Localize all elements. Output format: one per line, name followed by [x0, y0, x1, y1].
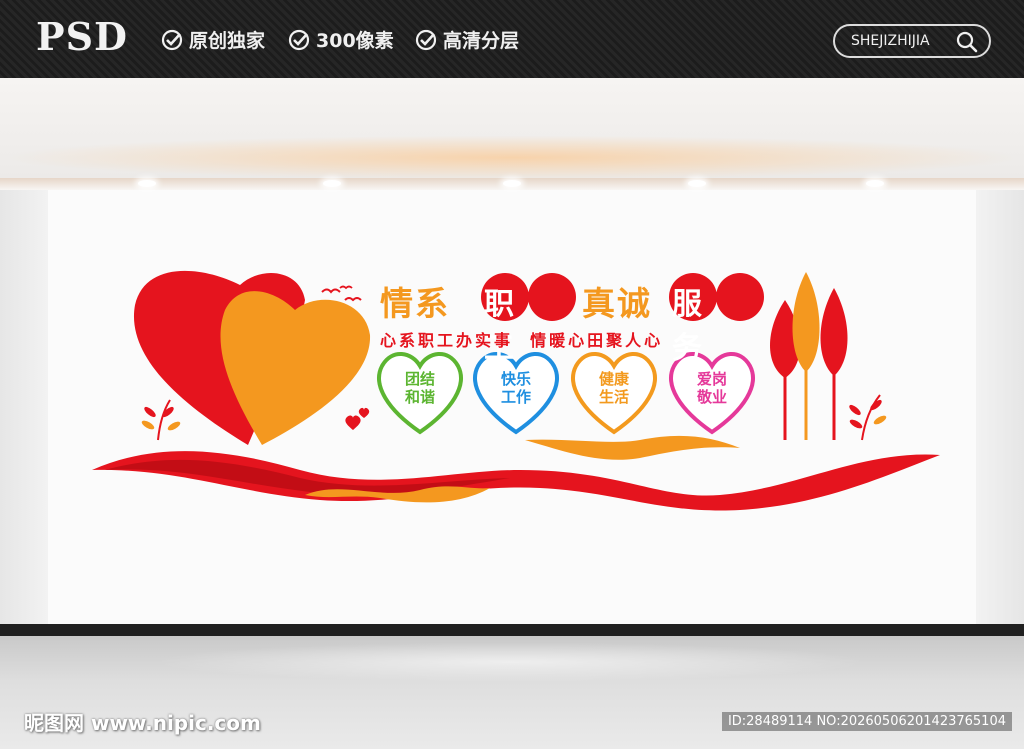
- title-part-1: 情系: [380, 284, 450, 323]
- title-circled-1: 职工: [484, 287, 531, 366]
- right-leaf-sprig: [849, 394, 887, 441]
- subtitle: 心系职工办实事 情暖心田聚人心: [380, 331, 664, 350]
- heart-label-3: 健康 生活: [598, 370, 629, 406]
- heart-label-2: 快乐 工作: [500, 370, 531, 406]
- watermark-site: 昵图网 www.nipic.com: [24, 711, 261, 735]
- title-circled-2: 服务: [672, 287, 719, 366]
- bird-icon: [344, 297, 362, 302]
- small-heart-icon: [345, 415, 361, 430]
- left-leaf-sprig: [141, 399, 181, 441]
- small-heart-icon: [358, 407, 370, 418]
- bird-icon: [321, 288, 341, 294]
- watermark-id: ID:28489114 NO:20260506201423765104: [721, 712, 1012, 731]
- heart-label-1: 团结 和谐: [404, 370, 435, 406]
- orange-ribbon-right: [525, 435, 740, 460]
- title-part-2: 真诚: [582, 284, 652, 323]
- heart-label-4: 爱岗 敬业: [696, 370, 727, 406]
- bird-icon: [339, 285, 353, 290]
- decorative-trees: [770, 272, 848, 440]
- red-ribbon: [92, 451, 940, 511]
